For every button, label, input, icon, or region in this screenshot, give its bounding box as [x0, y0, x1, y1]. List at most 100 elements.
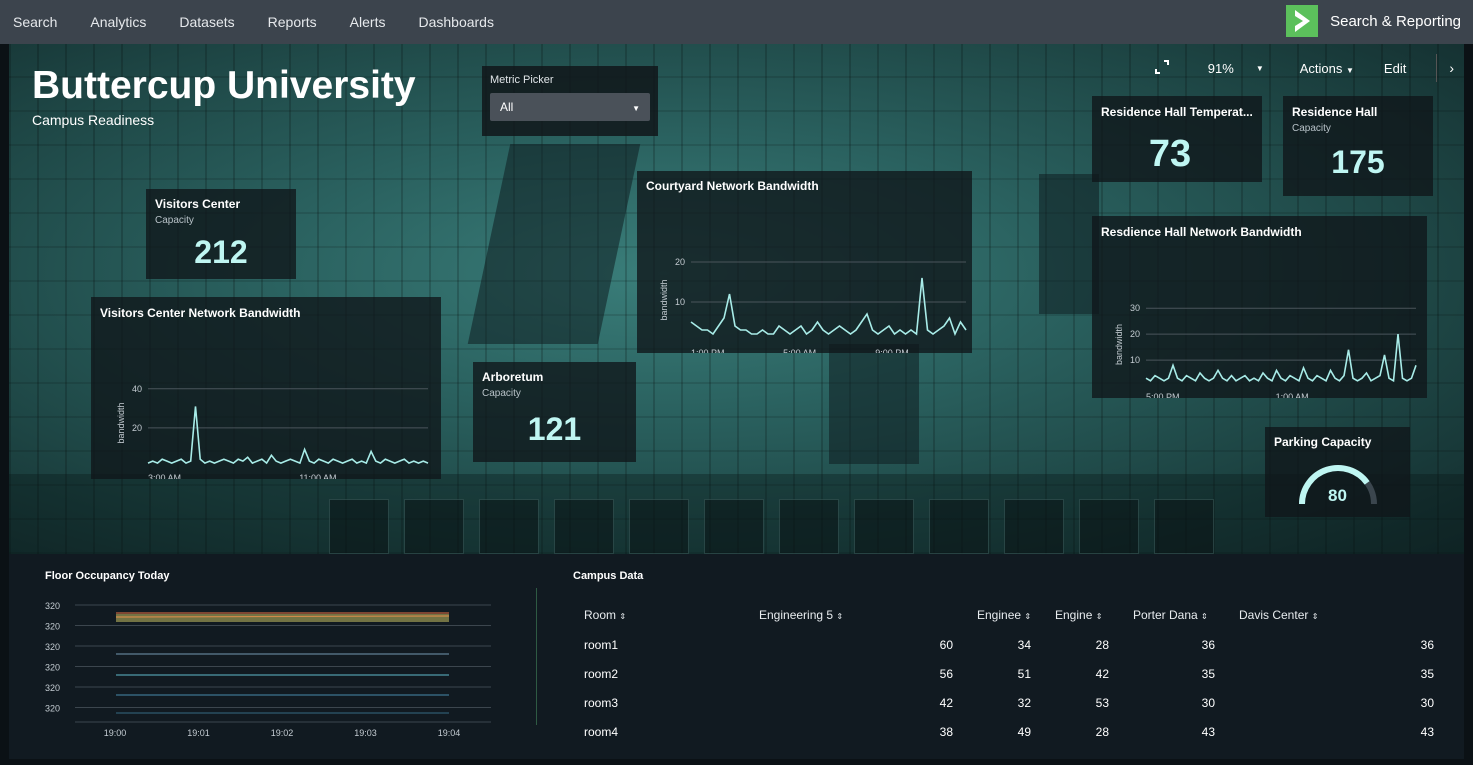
dashboard-title: Buttercup University [32, 64, 416, 107]
table-row[interactable]: room3 42 32 53 30 30 [584, 688, 1434, 717]
table-row[interactable]: room4 38 49 28 43 43 [584, 717, 1434, 746]
bg-lot [1079, 499, 1139, 554]
visitors-center-panel: Visitors Center Capacity 212 [146, 189, 296, 279]
nav-reports[interactable]: Reports [268, 14, 317, 30]
column-label: Engine [1055, 608, 1093, 622]
cell: 56 [939, 666, 953, 681]
campus-data-table: Room ⇕ Engineering 5 ⇕ Enginee ⇕ Engine … [584, 600, 1434, 746]
y-axis-label: bandwidth [116, 402, 126, 443]
zoom-caret-icon[interactable]: ▼ [1256, 64, 1264, 73]
nav-datasets[interactable]: Datasets [179, 14, 234, 30]
dashboard-canvas: Buttercup University Campus Readiness Me… [9, 44, 1464, 554]
cell: 38 [939, 724, 953, 739]
y-tick-label: 20 [1130, 329, 1140, 339]
cell: 35 [1201, 666, 1215, 681]
bg-lot [329, 499, 389, 554]
bg-building [829, 344, 919, 464]
cell-room: room3 [584, 695, 619, 710]
arboretum-panel: Arboretum Capacity 121 [473, 362, 636, 462]
parking-capacity-value: 80 [1328, 486, 1347, 505]
x-tick-label: 19:04 [438, 728, 461, 738]
y-axis-label: bandwidth [1114, 324, 1124, 365]
x-tick-label: 5:00 AM [783, 348, 816, 353]
app-brand[interactable]: Search & Reporting [1286, 5, 1461, 37]
fullscreen-icon[interactable] [1154, 59, 1170, 78]
cell: 32 [1017, 695, 1031, 710]
column-header-porter-dana[interactable]: Porter Dana ⇕ [1133, 600, 1239, 630]
residence-bandwidth-panel: Resdience Hall Network Bandwidth 30 20 10 b… [1092, 216, 1427, 398]
x-tick-label: 5:00 PM [1146, 392, 1180, 398]
table-row[interactable]: room2 56 51 42 35 35 [584, 659, 1434, 688]
column-label: Davis Center [1239, 608, 1309, 622]
dashboard-subtitle: Campus Readiness [32, 112, 155, 128]
y-tick-label: 320 [45, 663, 60, 673]
residence-temp-value: 73 [1148, 133, 1192, 175]
x-tick-label: 3:00 AM [148, 473, 181, 479]
column-header-engineering5[interactable]: Engineering 5 ⇕ [759, 600, 977, 630]
cell: 51 [1017, 666, 1031, 681]
column-label: Enginee [977, 608, 1022, 622]
nav-alerts[interactable]: Alerts [350, 14, 386, 30]
cell: 43 [1201, 724, 1215, 739]
y-tick-label: 20 [675, 257, 685, 267]
top-nav: Search Analytics Datasets Reports Alerts… [0, 0, 1473, 44]
y-axis-label: bandwidth [659, 279, 669, 320]
cell: 49 [1017, 724, 1031, 739]
x-tick-label: 19:00 [104, 728, 127, 738]
visitors-center-title: Visitors Center [155, 197, 241, 211]
x-tick-label: 9:00 PM [875, 348, 909, 353]
x-tick-label: 19:02 [271, 728, 294, 738]
cell-room: room2 [584, 666, 619, 681]
visitors-center-value: 212 [194, 234, 248, 270]
parking-capacity-title: Parking Capacity [1274, 435, 1372, 449]
cell-room: room1 [584, 637, 619, 652]
floor-occupancy-chart: 320 320 320 320 320 320 19:00 19:01 19:02 19:03 19… [45, 601, 491, 738]
y-tick-label: 10 [675, 297, 685, 307]
sort-icon: ⇕ [1311, 612, 1319, 621]
nav-dashboards[interactable]: Dashboards [418, 14, 494, 30]
column-label: Room [584, 608, 617, 622]
bg-lot [554, 499, 614, 554]
nav-search[interactable]: Search [13, 14, 57, 30]
bg-lot [854, 499, 914, 554]
cell: 36 [1420, 637, 1434, 652]
y-tick-label: 30 [1130, 303, 1140, 313]
cell: 28 [1095, 724, 1109, 739]
nav-analytics[interactable]: Analytics [90, 14, 146, 30]
arboretum-sub: Capacity [482, 388, 521, 399]
y-tick-label: 320 [45, 601, 60, 611]
series-line [147, 406, 429, 465]
x-tick-label: 11:00 AM [299, 473, 336, 479]
sort-icon: ⇕ [619, 612, 627, 621]
sort-icon: ⇕ [1095, 612, 1103, 621]
residence-hall-panel: Residence Hall Capacity 175 [1283, 96, 1433, 196]
column-header-engine[interactable]: Engine ⇕ [1055, 600, 1133, 630]
cell: 53 [1095, 695, 1109, 710]
cell: 28 [1095, 637, 1109, 652]
campus-data-title: Campus Data [573, 570, 644, 582]
column-header-room[interactable]: Room ⇕ [584, 600, 759, 630]
residence-temp-panel: Residence Hall Temperat... 73 [1092, 96, 1262, 182]
column-header-enginee[interactable]: Enginee ⇕ [977, 600, 1055, 630]
zoom-level[interactable]: 91% [1208, 61, 1234, 76]
column-label: Porter Dana [1133, 608, 1198, 622]
x-tick-label: 1:00 AM [1276, 392, 1309, 398]
bg-lot [704, 499, 764, 554]
table-row[interactable]: room1 60 34 28 36 36 [584, 630, 1434, 659]
metric-picker: Metric Picker All ▼ [482, 66, 658, 136]
column-label: Engineering 5 [759, 608, 834, 622]
edit-button[interactable]: Edit [1384, 61, 1406, 76]
divider [1436, 54, 1438, 82]
actions-menu[interactable]: Actions ▼ [1300, 61, 1354, 76]
metric-picker-dropdown[interactable]: All ▼ [490, 93, 650, 121]
bg-lot [929, 499, 989, 554]
chevron-right-icon[interactable]: › [1449, 60, 1454, 76]
cell-room: room4 [584, 724, 619, 739]
metric-picker-label: Metric Picker [490, 74, 554, 86]
column-header-davis-center[interactable]: Davis Center ⇕ [1239, 600, 1434, 630]
dashboard-toolbar: 91% ▼ Actions ▼ Edit › [1154, 54, 1464, 82]
y-tick-label: 320 [45, 704, 60, 714]
parking-capacity-panel: Parking Capacity 80 [1265, 427, 1410, 517]
cell: 42 [939, 695, 953, 710]
cell: 43 [1420, 724, 1434, 739]
